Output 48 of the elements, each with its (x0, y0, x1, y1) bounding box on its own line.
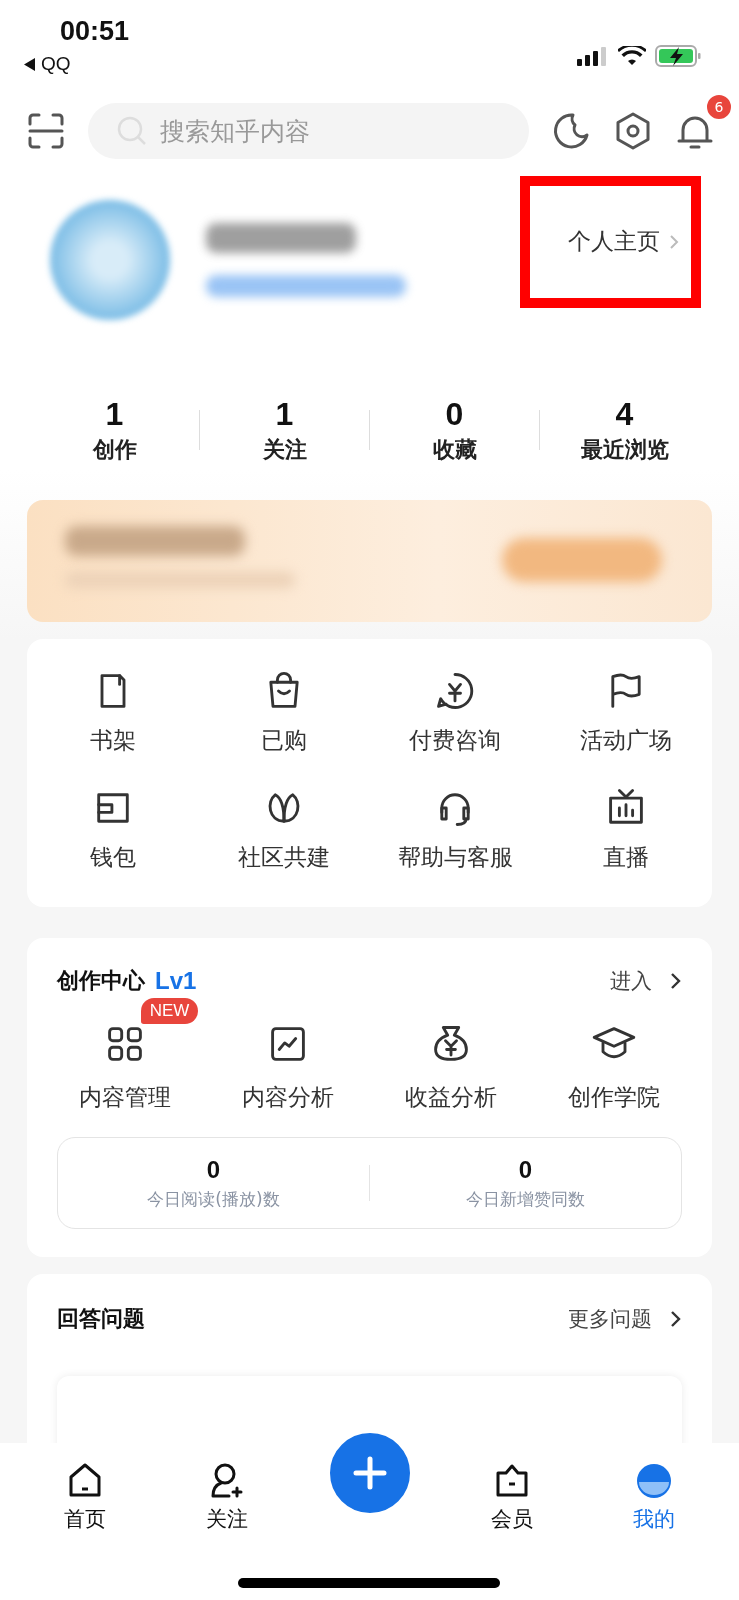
wifi-icon (618, 46, 646, 66)
tool-label[interactable]: 书架 (89, 725, 136, 756)
stat-label: 今日阅读(播放)数 (147, 1187, 280, 1211)
back-app-label[interactable]: QQ (41, 53, 71, 75)
tab[interactable]: 会员 (490, 1461, 533, 1533)
section-title: 创作中心 (57, 967, 145, 995)
back-arrow-icon[interactable] (24, 57, 35, 71)
stat-value: 0 (518, 1155, 533, 1184)
signal-icon (577, 46, 609, 66)
tool-label[interactable]: 帮助与客服 (397, 842, 513, 873)
chevron-right-icon[interactable] (670, 972, 682, 990)
chevron-right-icon (670, 234, 679, 249)
tool-label[interactable]: 钱包 (89, 842, 136, 873)
battery-charging-icon (655, 45, 701, 67)
tab[interactable]: 关注 (206, 1461, 249, 1533)
section-title: 回答问题 (57, 1305, 145, 1333)
homepage-link[interactable]: 个人主页 (568, 226, 660, 257)
chevron-right-icon[interactable] (670, 1310, 682, 1328)
tool-label[interactable]: 直播 (603, 842, 650, 873)
stat-label[interactable]: 最近浏览 (580, 434, 669, 465)
search-field[interactable]: 搜索知乎内容 (88, 103, 529, 159)
stat-label: 今日新增赞同数 (466, 1187, 585, 1211)
stat-label[interactable]: 收藏 (432, 434, 477, 465)
tool-label[interactable]: 活动广场 (580, 725, 673, 756)
enter-link[interactable]: 进入 (610, 967, 652, 995)
tool-label[interactable]: 收益分析 (405, 1082, 498, 1113)
new-badge: NEW (140, 998, 199, 1024)
tool-label[interactable]: 已购 (260, 725, 307, 756)
status-time: 00:51 (60, 16, 130, 47)
level-label: Lv1 (155, 967, 197, 995)
stat-value[interactable]: 1 (105, 395, 124, 433)
stat-value[interactable]: 1 (275, 395, 294, 433)
stat-value: 0 (206, 1155, 221, 1184)
tool-label[interactable]: 付费咨询 (409, 725, 502, 756)
tool-label[interactable]: 创作学院 (568, 1082, 661, 1113)
tool-label[interactable]: 社区共建 (237, 842, 330, 873)
tab[interactable]: 首页 (64, 1461, 107, 1533)
more-questions-link[interactable]: 更多问题 (568, 1305, 652, 1333)
stat-label[interactable]: 创作 (92, 434, 137, 465)
tool-label[interactable]: 内容分析 (241, 1082, 334, 1113)
stat-label[interactable]: 关注 (262, 434, 307, 465)
tool-label[interactable]: 内容管理 (78, 1082, 171, 1113)
stat-value[interactable]: 4 (615, 395, 634, 433)
scan-icon[interactable] (26, 111, 66, 151)
moon-icon[interactable] (551, 111, 591, 151)
stat-value[interactable]: 0 (445, 395, 464, 433)
tab[interactable]: 我的 (632, 1461, 675, 1533)
notification-badge: 6 (705, 93, 733, 121)
